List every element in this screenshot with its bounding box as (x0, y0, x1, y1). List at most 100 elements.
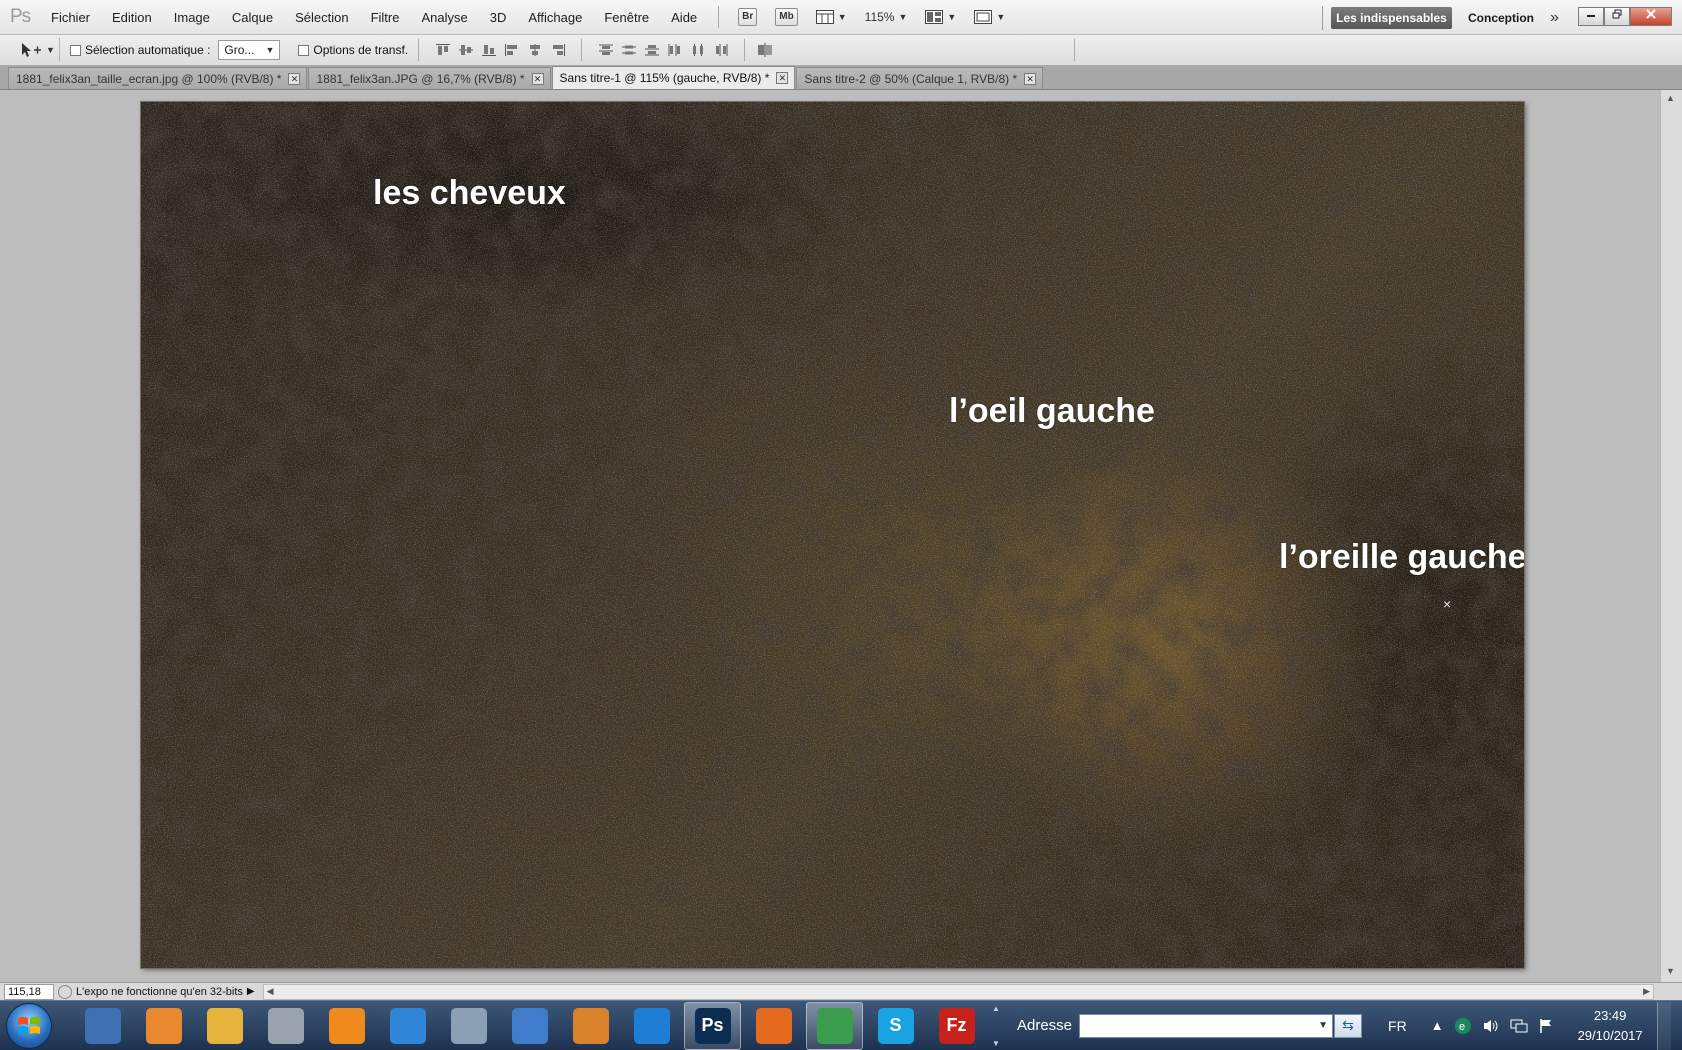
arrange-icon (925, 10, 944, 24)
action-center-flag-icon[interactable] (1538, 1018, 1554, 1034)
label-oeil-gauche[interactable]: l’oeil gauche (949, 392, 1155, 431)
align-left-edges-icon[interactable] (502, 41, 521, 59)
taskbar-app-photoshop[interactable]: Ps (684, 1001, 741, 1050)
close-icon[interactable]: ✕ (288, 72, 301, 85)
show-hidden-icons-icon[interactable]: ▲ (1431, 1018, 1444, 1033)
address-go-button[interactable]: ⇆ (1334, 1013, 1363, 1038)
start-button[interactable] (6, 1002, 52, 1049)
info-icon[interactable] (58, 984, 72, 999)
address-input[interactable]: ▼ (1079, 1013, 1334, 1038)
taskbar-app-skype[interactable]: S (867, 1002, 924, 1050)
system-tray: ▲ e (1431, 1017, 1554, 1035)
transform-controls-checkbox-box[interactable] (298, 44, 310, 56)
distribute-vertical-centers-icon[interactable] (619, 41, 638, 59)
menu-calque[interactable]: Calque (221, 0, 284, 35)
tab-felix-taille-ecran[interactable]: 1881_felix3an_taille_ecran.jpg @ 100% (R… (8, 67, 308, 89)
align-horizontal-centers-icon[interactable] (525, 41, 544, 59)
menu-filtre[interactable]: Filtre (360, 0, 411, 35)
menu-fichier[interactable]: Fichier (40, 0, 101, 35)
distribute-top-icon[interactable] (596, 41, 615, 59)
taskbar-app-firefox[interactable] (745, 1002, 802, 1050)
taskbar-app-vlc[interactable] (318, 1002, 375, 1050)
auto-select-target-select[interactable]: Gro... ▼ (218, 40, 281, 60)
chevron-down-icon[interactable]: ▼ (992, 1039, 1000, 1048)
auto-select-checkbox[interactable]: Sélection automatique : (70, 43, 210, 57)
vertical-scrollbar[interactable]: ▲ ▼ (1660, 90, 1682, 982)
taskbar-app-filezilla[interactable]: Fz (928, 1002, 985, 1050)
input-language[interactable]: FR (1388, 1018, 1407, 1034)
bird-app-icon (389, 1007, 426, 1044)
taskbar-app-thunderbird[interactable] (74, 1002, 131, 1050)
bridge-button[interactable]: Br (738, 8, 758, 26)
tab-felix-jpg[interactable]: 1881_felix3an.JPG @ 16,7% (RVB/8) * ✕ (308, 67, 551, 89)
distribute-bottom-icon[interactable] (642, 41, 661, 59)
taskbar-app-internet-explorer[interactable] (623, 1002, 680, 1050)
close-icon[interactable]: ✕ (776, 72, 789, 84)
label-les-cheveux[interactable]: les cheveux (373, 174, 566, 213)
label-oreille-gauche[interactable]: l’oreille gauche (1279, 538, 1524, 577)
taskbar-scroll[interactable]: ▲ ▼ (989, 1004, 1003, 1048)
taskbar-app-wordpad[interactable] (501, 1002, 558, 1050)
status-zoom-field[interactable]: 115,18 % (4, 983, 54, 1012)
workspace-essentials-button[interactable]: Les indispensables (1331, 7, 1452, 29)
chevron-up-icon[interactable]: ▲ (992, 1004, 1000, 1013)
close-icon (1646, 9, 1656, 19)
minimize-button[interactable] (1578, 7, 1604, 26)
menu-edition[interactable]: Edition (101, 0, 163, 35)
align-vertical-centers-icon[interactable] (456, 41, 475, 59)
network-icon[interactable] (1510, 1018, 1528, 1034)
minibridge-button[interactable]: Mb (775, 8, 798, 26)
taskbar-app-paint-app[interactable] (562, 1002, 619, 1050)
move-tool-preset[interactable]: ▼ (8, 38, 60, 62)
taskbar-app-bird-app[interactable] (379, 1002, 436, 1050)
menu-selection[interactable]: Sélection (284, 0, 359, 35)
auto-align-layers-icon[interactable] (755, 41, 774, 59)
arrange-documents-dropdown[interactable]: ▼ (925, 10, 956, 24)
volume-icon[interactable] (1482, 1018, 1500, 1034)
tab-sans-titre-2[interactable]: Sans titre-2 @ 50% (Calque 1, RVB/8) * ✕ (796, 67, 1044, 89)
chevron-down-icon[interactable]: ▼ (1318, 1020, 1328, 1031)
scroll-up-icon[interactable]: ▲ (1666, 93, 1675, 103)
menu-aide[interactable]: Aide (660, 0, 708, 35)
scroll-down-icon[interactable]: ▼ (1666, 966, 1675, 976)
transform-controls-checkbox[interactable]: Options de transf. (298, 43, 408, 57)
distribute-right-icon[interactable] (711, 41, 730, 59)
tab-sans-titre-1[interactable]: Sans titre-1 @ 115% (gauche, RVB/8) * ✕ (551, 66, 796, 89)
scroll-right-icon[interactable]: ▶ (1643, 986, 1650, 997)
auto-select-checkbox-box[interactable] (70, 44, 81, 56)
menu-image[interactable]: Image (163, 0, 221, 35)
align-bottom-edges-icon[interactable] (479, 41, 498, 59)
menu-affichage[interactable]: Affichage (517, 0, 593, 35)
scroll-left-icon[interactable]: ◀ (267, 986, 274, 997)
workspace-design-button[interactable]: Conception (1468, 7, 1534, 29)
taskbar-app-chrome[interactable] (806, 1001, 863, 1050)
status-menu-arrow-icon[interactable]: ▶ (247, 986, 255, 997)
menu-analyse[interactable]: Analyse (410, 0, 478, 35)
clock[interactable]: 23:49 29/10/2017 (1578, 1006, 1643, 1046)
menu-fenetre[interactable]: Fenêtre (593, 0, 660, 35)
taskbar-app-file-explorer[interactable] (196, 1002, 253, 1050)
cursor-crosshair: × (1443, 596, 1452, 612)
more-workspaces-icon[interactable]: » (1550, 7, 1559, 29)
distribute-horizontal-centers-icon[interactable] (688, 41, 707, 59)
extras-dropdown[interactable]: ▼ (815, 10, 847, 24)
taskbar-app-scanner[interactable] (257, 1002, 314, 1050)
close-icon[interactable]: ✕ (1024, 72, 1037, 85)
align-right-edges-icon[interactable] (548, 41, 567, 59)
security-tray-icon[interactable]: e (1454, 1017, 1472, 1035)
show-desktop-button[interactable] (1656, 1001, 1671, 1050)
tab-label: 1881_felix3an_taille_ecran.jpg @ 100% (R… (16, 71, 282, 86)
menu-3d[interactable]: 3D (479, 0, 518, 35)
window-controls (1578, 7, 1672, 26)
close-icon[interactable]: ✕ (531, 72, 544, 85)
document-canvas[interactable]: les cheveux l’oeil gauche l’oreille gauc… (141, 102, 1524, 968)
taskbar-app-calculator[interactable] (440, 1002, 497, 1050)
zoom-dropdown[interactable]: 115% ▼ (865, 10, 908, 24)
close-button[interactable] (1630, 7, 1672, 26)
screen-mode-dropdown[interactable]: ▼ (974, 10, 1005, 24)
align-top-edges-icon[interactable] (433, 41, 452, 59)
distribute-left-icon[interactable] (665, 41, 684, 59)
restore-button[interactable] (1604, 7, 1630, 26)
taskbar-app-eye-app[interactable] (135, 1002, 192, 1050)
horizontal-scrollbar[interactable]: ◀ ▶ (262, 983, 1654, 1000)
